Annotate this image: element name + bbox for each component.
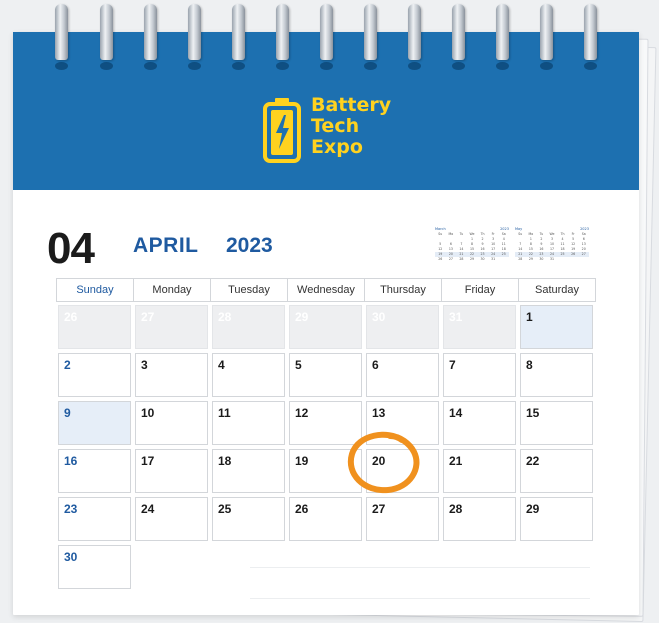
day-cell-1[interactable]: 1	[520, 305, 593, 349]
weekday-header-friday: Friday	[441, 278, 519, 302]
day-cell-10[interactable]: 10	[135, 401, 208, 445]
mini-day: 26	[438, 257, 443, 261]
binding-hole	[408, 62, 421, 70]
binding-ring	[496, 4, 509, 60]
day-cell-8[interactable]: 8	[520, 353, 593, 397]
weekday-header-saturday: Saturday	[518, 278, 596, 302]
day-cell-23[interactable]: 23	[58, 497, 131, 541]
day-cell-30[interactable]: 30	[58, 545, 131, 589]
binding-hole	[232, 62, 245, 70]
day-cell-11[interactable]: 11	[212, 401, 285, 445]
binding-ring	[320, 4, 333, 60]
day-cell-28[interactable]: 28	[443, 497, 516, 541]
logo-line-3: Expo	[311, 136, 363, 158]
binding-hole	[55, 62, 68, 70]
mini-day: 28	[459, 257, 464, 261]
mini-day: 31	[549, 257, 555, 261]
weekday-header-wednesday: Wednesday	[287, 278, 365, 302]
binding-hole	[320, 62, 333, 70]
day-cell-17[interactable]: 17	[135, 449, 208, 493]
logo-line-2: Tech	[311, 115, 360, 137]
previous-month-day-cell[interactable]: 30	[366, 305, 439, 349]
day-cell-14[interactable]: 14	[443, 401, 516, 445]
previous-month-day-cell[interactable]: 31	[443, 305, 516, 349]
weekday-header-monday: Monday	[133, 278, 211, 302]
day-cell-29[interactable]: 29	[520, 497, 593, 541]
day-cell-24[interactable]: 24	[135, 497, 208, 541]
previous-month-day-cell[interactable]: 27	[135, 305, 208, 349]
mini-day: 27	[448, 257, 453, 261]
day-cell-25[interactable]: 25	[212, 497, 285, 541]
logo-wordmark: Battery Tech Expo	[311, 95, 391, 158]
mini-calendar-march: March 2023 Su Mo Tu We Th Fr Sa 1 2 3 4 5 6 7 8 9 10 11 12 13…	[435, 226, 509, 268]
weekday-header-thursday: Thursday	[364, 278, 442, 302]
mini-day	[557, 257, 568, 262]
binding-hole	[144, 62, 157, 70]
mini-day: 31	[491, 257, 496, 261]
binding-hole	[188, 62, 201, 70]
binding-ring	[276, 4, 289, 60]
day-cell-22[interactable]: 22	[520, 449, 593, 493]
binding-ring	[364, 4, 377, 60]
calendar-scene: Battery Tech Expo 04 APRIL 2023 March 202…	[0, 0, 659, 623]
logo-line-1: Battery	[311, 94, 392, 116]
mini-day: 28	[518, 257, 523, 261]
month-name: APRIL	[133, 234, 199, 257]
binding-ring	[232, 4, 245, 60]
empty-cell	[135, 545, 208, 589]
day-cell-16[interactable]: 16	[58, 449, 131, 493]
mini-day	[578, 257, 589, 262]
mini-day: 30	[480, 257, 485, 261]
mini-day: 30	[539, 257, 544, 261]
binding-hole	[540, 62, 553, 70]
binding-ring	[100, 4, 113, 60]
day-cell-3[interactable]: 3	[135, 353, 208, 397]
previous-month-day-cell[interactable]: 29	[289, 305, 362, 349]
month-year: 2023	[226, 234, 273, 257]
day-cell-21[interactable]: 21	[443, 449, 516, 493]
binding-ring	[188, 4, 201, 60]
binding-ring	[408, 4, 421, 60]
day-cell-18[interactable]: 18	[212, 449, 285, 493]
binding-hole	[496, 62, 509, 70]
mini-day: 29	[528, 257, 533, 261]
binding-hole	[276, 62, 289, 70]
battery-icon	[263, 98, 301, 163]
binding-ring	[584, 4, 597, 60]
day-cell-2[interactable]: 2	[58, 353, 131, 397]
day-cell-27[interactable]: 27	[366, 497, 439, 541]
previous-month-day-cell[interactable]: 28	[212, 305, 285, 349]
circle-highlight-mark	[347, 431, 420, 494]
binding-hole	[100, 62, 113, 70]
binding-hole	[364, 62, 377, 70]
day-cell-15[interactable]: 15	[520, 401, 593, 445]
weekday-header-sunday: Sunday	[56, 278, 134, 302]
day-cell-7[interactable]: 7	[443, 353, 516, 397]
weekday-header-tuesday: Tuesday	[210, 278, 288, 302]
day-cell-26[interactable]: 26	[289, 497, 362, 541]
mini-calendar-may: May 2023 Su Mo Tu We Th Fr Sa 1 2 3 4 5 6 7 8 9 10 11 12 13 14…	[515, 226, 589, 268]
day-cell-4[interactable]: 4	[212, 353, 285, 397]
notes-lines	[250, 567, 590, 599]
month-number: 04	[47, 224, 95, 273]
binding-hole	[584, 62, 597, 70]
battery-tech-expo-logo: Battery Tech Expo	[262, 95, 402, 167]
binding-ring	[55, 4, 68, 60]
calendar-grid: Sunday Monday Tuesday Wednesday Thursday Frid…	[56, 278, 596, 589]
mini-day	[568, 257, 579, 262]
binding-hole	[452, 62, 465, 70]
day-cell-6[interactable]: 6	[366, 353, 439, 397]
day-cell-5[interactable]: 5	[289, 353, 362, 397]
mini-day	[498, 257, 509, 262]
binding-ring	[144, 4, 157, 60]
binding-ring	[540, 4, 553, 60]
day-cell-9[interactable]: 9	[58, 401, 131, 445]
binding-ring	[452, 4, 465, 60]
mini-day: 29	[469, 257, 475, 261]
previous-month-day-cell[interactable]: 26	[58, 305, 131, 349]
